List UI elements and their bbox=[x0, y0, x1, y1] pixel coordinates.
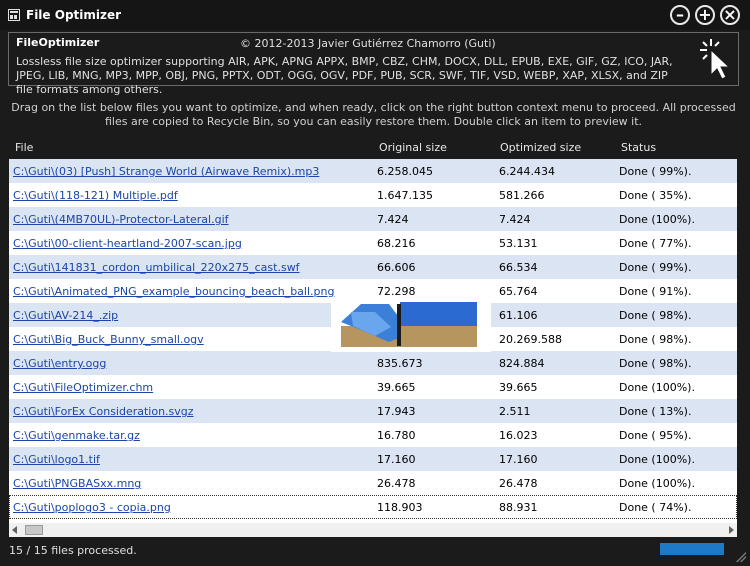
file-link[interactable]: C:\Guti\(118-121) Multiple.pdf bbox=[13, 189, 178, 202]
table-row[interactable]: C:\Guti\141831_cordon_umbilical_220x275_… bbox=[9, 255, 737, 279]
click-cursor-icon bbox=[700, 39, 731, 80]
table-row[interactable]: C:\Guti\entry.ogg 835.673 824.884 Done (… bbox=[9, 351, 737, 375]
file-link[interactable]: C:\Guti\ForEx Consideration.svgz bbox=[13, 405, 194, 418]
table-header: File Original size Optimized size Status bbox=[9, 135, 737, 159]
table-row[interactable]: C:\Guti\(4MB70UL)-Protector-Lateral.gif … bbox=[9, 207, 737, 231]
status-text: Done ( 13%). bbox=[619, 405, 692, 418]
close-button[interactable]: × bbox=[720, 5, 740, 25]
status-text: Done ( 98%). bbox=[619, 357, 692, 370]
column-file[interactable]: File bbox=[15, 141, 33, 154]
preview-image bbox=[341, 302, 477, 347]
window-title: File Optimizer bbox=[26, 8, 122, 22]
files-processed-text: 15 / 15 files processed. bbox=[9, 544, 137, 557]
column-original-size[interactable]: Original size bbox=[379, 141, 447, 154]
original-size: 835.673 bbox=[377, 357, 423, 370]
status-text: Done ( 91%). bbox=[619, 285, 692, 298]
file-link[interactable]: C:\Guti\PNGBASxx.mng bbox=[13, 477, 141, 490]
original-size: 118.903 bbox=[377, 501, 423, 514]
original-size: 17.943 bbox=[377, 405, 416, 418]
app-name: FileOptimizer bbox=[16, 36, 100, 49]
original-size: 26.478 bbox=[377, 477, 416, 490]
status-text: Done ( 99%). bbox=[619, 165, 692, 178]
optimized-size: 16.023 bbox=[499, 429, 538, 442]
table-row[interactable]: C:\Guti\00-client-heartland-2007-scan.jp… bbox=[9, 231, 737, 255]
file-link[interactable]: C:\Guti\(03) [Push] Strange World (Airwa… bbox=[13, 165, 319, 178]
optimized-size: 17.160 bbox=[499, 453, 538, 466]
original-size: 16.780 bbox=[377, 429, 416, 442]
file-link[interactable]: C:\Guti\genmake.tar.gz bbox=[13, 429, 140, 442]
file-link[interactable]: C:\Guti\entry.ogg bbox=[13, 357, 106, 370]
optimized-size: 20.269.588 bbox=[499, 333, 562, 346]
table-row[interactable]: C:\Guti\FileOptimizer.chm 39.665 39.665 … bbox=[9, 375, 737, 399]
optimized-size: 2.511 bbox=[499, 405, 531, 418]
table-row[interactable]: C:\Guti\genmake.tar.gz 16.780 16.023 Don… bbox=[9, 423, 737, 447]
scroll-thumb[interactable] bbox=[25, 525, 43, 535]
resize-grip-icon[interactable] bbox=[736, 552, 746, 562]
table-row-selected[interactable]: C:\Guti\poplogo3 - copia.png 118.903 88.… bbox=[9, 495, 737, 519]
original-size: 68.216 bbox=[377, 237, 416, 250]
status-text: Done (100%). bbox=[619, 453, 695, 466]
optimized-size: 88.931 bbox=[499, 501, 538, 514]
file-link[interactable]: C:\Guti\poplogo3 - copia.png bbox=[13, 501, 171, 514]
original-size: 6.258.045 bbox=[377, 165, 433, 178]
status-bar: 15 / 15 files processed. bbox=[0, 538, 750, 566]
title-bar: File Optimizer – + × bbox=[0, 0, 750, 30]
status-text: Done (100%). bbox=[619, 477, 695, 490]
file-link[interactable]: C:\Guti\00-client-heartland-2007-scan.jp… bbox=[13, 237, 242, 250]
original-size: 1.647.135 bbox=[377, 189, 433, 202]
file-link[interactable]: C:\Guti\Animated_PNG_example_bouncing_be… bbox=[13, 285, 334, 298]
optimized-size: 53.131 bbox=[499, 237, 538, 250]
original-size: 39.665 bbox=[377, 381, 416, 394]
status-text: Done ( 95%). bbox=[619, 429, 692, 442]
file-link[interactable]: C:\Guti\logo1.tif bbox=[13, 453, 100, 466]
file-link[interactable]: C:\Guti\Big_Buck_Bunny_small.ogv bbox=[13, 333, 204, 346]
status-text: Done (100%). bbox=[619, 213, 695, 226]
info-panel: FileOptimizer © 2012-2013 Javier Gutiérr… bbox=[8, 32, 739, 96]
optimized-size: 26.478 bbox=[499, 477, 538, 490]
optimized-size: 6.244.434 bbox=[499, 165, 555, 178]
scroll-left-icon[interactable] bbox=[12, 526, 17, 534]
file-link[interactable]: C:\Guti\141831_cordon_umbilical_220x275_… bbox=[13, 261, 300, 274]
optimized-size: 61.106 bbox=[499, 309, 538, 322]
table-row[interactable]: C:\Guti\ForEx Consideration.svgz 17.943 … bbox=[9, 399, 737, 423]
optimized-size: 65.764 bbox=[499, 285, 538, 298]
optimized-size: 7.424 bbox=[499, 213, 531, 226]
minimize-button[interactable]: – bbox=[670, 5, 690, 25]
table-row[interactable]: C:\Guti\(03) [Push] Strange World (Airwa… bbox=[9, 159, 737, 183]
original-size: 66.606 bbox=[377, 261, 416, 274]
add-button[interactable]: + bbox=[695, 5, 715, 25]
file-link[interactable]: C:\Guti\FileOptimizer.chm bbox=[13, 381, 153, 394]
original-size: 17.160 bbox=[377, 453, 416, 466]
file-link[interactable]: C:\Guti\(4MB70UL)-Protector-Lateral.gif bbox=[13, 213, 229, 226]
preview-thumbnail bbox=[331, 302, 491, 352]
original-size: 72.298 bbox=[377, 285, 416, 298]
file-link[interactable]: C:\Guti\AV-214_.zip bbox=[13, 309, 118, 322]
optimized-size: 824.884 bbox=[499, 357, 545, 370]
progress-fill bbox=[660, 543, 724, 555]
status-text: Done ( 99%). bbox=[619, 261, 692, 274]
status-text: Done ( 98%). bbox=[619, 309, 692, 322]
status-text: Done ( 74%). bbox=[619, 501, 692, 514]
status-text: Done (100%). bbox=[619, 381, 695, 394]
copyright-text: © 2012-2013 Javier Gutiérrez Chamorro (G… bbox=[240, 37, 496, 50]
table-row[interactable]: C:\Guti\logo1.tif 17.160 17.160 Done (10… bbox=[9, 447, 737, 471]
table-row[interactable]: C:\Guti\(118-121) Multiple.pdf 1.647.135… bbox=[9, 183, 737, 207]
app-icon bbox=[8, 9, 20, 21]
optimized-size: 39.665 bbox=[499, 381, 538, 394]
column-optimized-size[interactable]: Optimized size bbox=[500, 141, 581, 154]
original-size: 7.424 bbox=[377, 213, 409, 226]
horizontal-scrollbar[interactable] bbox=[9, 523, 737, 537]
status-text: Done ( 77%). bbox=[619, 237, 692, 250]
optimized-size: 66.534 bbox=[499, 261, 538, 274]
status-text: Done ( 35%). bbox=[619, 189, 692, 202]
status-text: Done ( 98%). bbox=[619, 333, 692, 346]
optimized-size: 581.266 bbox=[499, 189, 545, 202]
instructions-text: Drag on the list below files you want to… bbox=[11, 101, 736, 128]
scroll-right-icon[interactable] bbox=[729, 526, 734, 534]
description-text: Lossless file size optimizer supporting … bbox=[16, 55, 673, 96]
progress-bar bbox=[660, 543, 724, 555]
table-row[interactable]: C:\Guti\Animated_PNG_example_bouncing_be… bbox=[9, 279, 737, 303]
table-row[interactable]: C:\Guti\PNGBASxx.mng 26.478 26.478 Done … bbox=[9, 471, 737, 495]
column-status[interactable]: Status bbox=[621, 141, 656, 154]
